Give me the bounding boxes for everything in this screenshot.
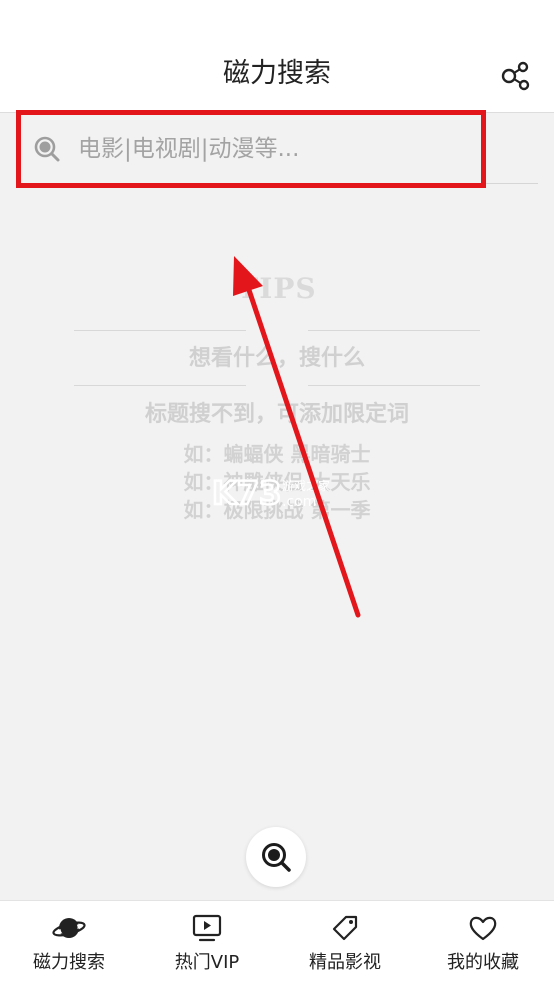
tab-label: 热门VIP — [174, 952, 240, 973]
tab-magnet-search[interactable]: 磁力搜索 — [0, 901, 138, 984]
planet-icon — [52, 913, 86, 943]
tab-featured-movies[interactable]: 精品影视 — [276, 901, 414, 984]
bottom-tab-bar: 磁力搜索 热门VIP 精品影视 我的收藏 — [0, 900, 554, 984]
heart-icon — [466, 913, 500, 943]
search-icon — [33, 135, 61, 163]
tab-hot-vip[interactable]: 热门VIP — [138, 901, 276, 984]
app-header: 磁力搜索 — [0, 0, 554, 113]
search-input[interactable] — [78, 129, 458, 169]
tips-title: TIPS — [237, 272, 317, 305]
tab-label: 磁力搜索 — [33, 952, 105, 973]
tips-example: 如：神雕侠侣 大天乐 — [183, 470, 371, 494]
tab-my-favorites[interactable]: 我的收藏 — [414, 901, 552, 984]
tips-hint-text: 标题搜不到，可添加限定词 — [144, 402, 409, 427]
divider — [308, 330, 480, 331]
tips-example: 如：蝙蝠侠 黑暗骑士 — [183, 442, 371, 466]
page-title: 磁力搜索 — [223, 58, 331, 89]
search-underline — [20, 183, 538, 184]
divider — [74, 385, 246, 386]
app-screen: 磁力搜索 TIPS 想看什么，搜什么 标题搜不到，可添加限定词 — [0, 0, 554, 984]
tips-example: 如：极限挑战 第一季 — [183, 498, 371, 522]
tips-main-text: 想看什么，搜什么 — [188, 346, 365, 371]
divider — [74, 330, 246, 331]
share-icon[interactable] — [500, 60, 532, 92]
tv-play-icon — [190, 913, 224, 943]
tag-icon — [328, 913, 362, 943]
tab-label: 我的收藏 — [447, 952, 519, 973]
divider — [308, 385, 480, 386]
search-icon — [262, 843, 291, 872]
tab-label: 精品影视 — [309, 952, 381, 973]
floating-search-button[interactable] — [246, 827, 306, 887]
